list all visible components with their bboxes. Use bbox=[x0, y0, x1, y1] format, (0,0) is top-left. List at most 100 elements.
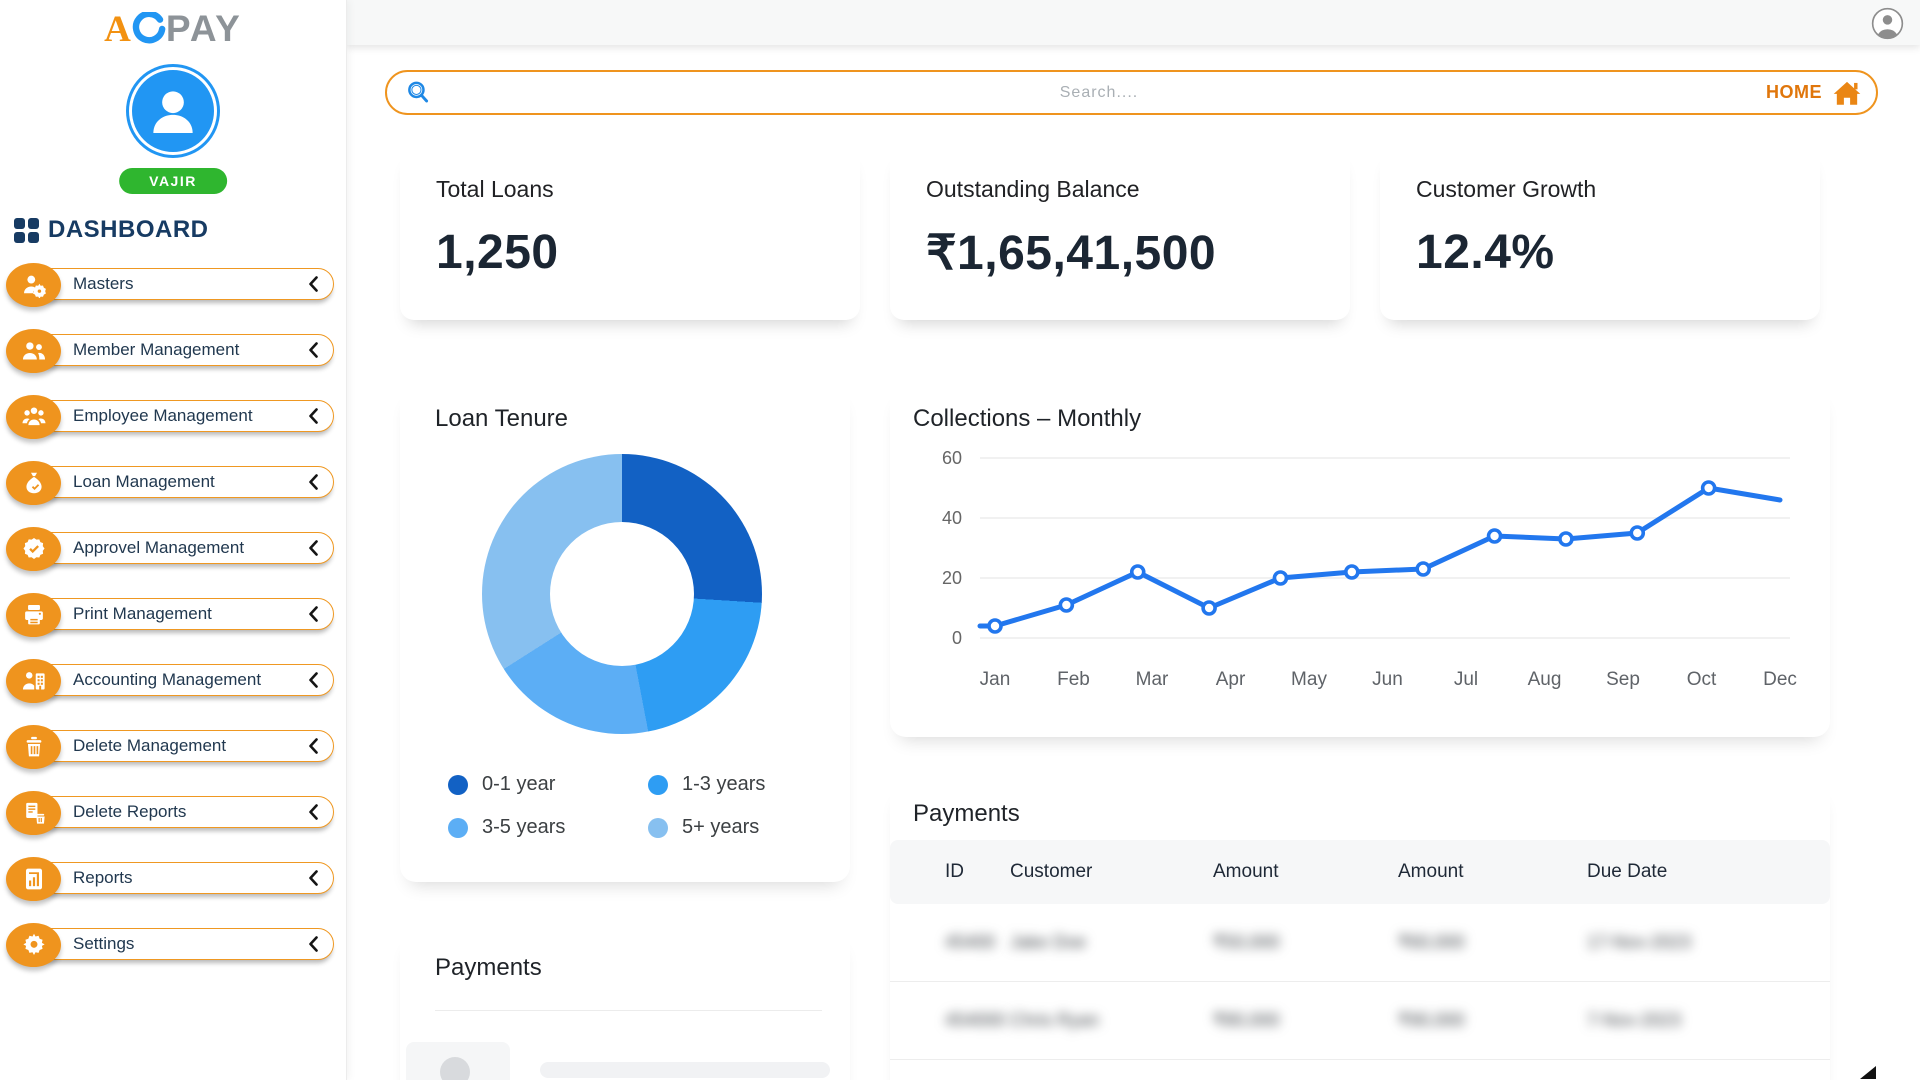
sidebar-item-accounting-management[interactable]: Accounting Management bbox=[8, 664, 334, 696]
top-band bbox=[347, 0, 1920, 45]
divider bbox=[435, 1010, 822, 1011]
chevron-left-icon bbox=[308, 672, 318, 688]
collections-card: Collections – Monthly 0204060JanFebMarAp… bbox=[890, 385, 1830, 737]
sidebar-item-loan-management[interactable]: Loan Management bbox=[8, 466, 334, 498]
sidebar-menu: Masters Member Management Employee Managem… bbox=[0, 268, 346, 994]
printer-icon bbox=[6, 593, 61, 637]
sidebar-item-delete-management[interactable]: Delete Management bbox=[8, 730, 334, 762]
stat-card-outstanding-balance: Outstanding Balance₹1,65,41,500 bbox=[890, 148, 1350, 320]
chevron-left-icon bbox=[308, 474, 318, 490]
loan-tenure-card: Loan Tenure 0-1 year1-3 years3-5 years5+… bbox=[400, 385, 850, 882]
main-area: HOME Total Loans 1,250 Outstanding Balance… bbox=[347, 0, 1920, 1080]
svg-text:Jan: Jan bbox=[980, 669, 1011, 690]
chevron-left-icon bbox=[308, 606, 318, 622]
stat-card-customer-growth: Customer Growth12.4% bbox=[1380, 148, 1820, 320]
chevron-left-icon bbox=[308, 408, 318, 424]
gear-icon bbox=[6, 923, 61, 967]
stat-label: Outstanding Balance bbox=[926, 176, 1314, 203]
svg-text:0: 0 bbox=[952, 628, 962, 648]
table-cell-redacted: 454000 bbox=[945, 1010, 1010, 1031]
home-icon bbox=[1832, 79, 1862, 107]
sidebar-item-label: Employee Management bbox=[73, 406, 253, 426]
dashboard-grid-icon bbox=[14, 218, 39, 243]
collections-line-chart: 0204060JanFebMarAprMayJunJulAugSepOctDec bbox=[910, 433, 1810, 738]
svg-text:Sep: Sep bbox=[1606, 669, 1640, 690]
column-header: Amount bbox=[1213, 861, 1398, 883]
text-placeholder bbox=[540, 1062, 830, 1078]
username-badge: VAJIR bbox=[119, 168, 227, 194]
legend-item[interactable]: 1-3 years bbox=[648, 773, 765, 796]
trash-icon bbox=[6, 725, 61, 769]
chevron-left-icon bbox=[308, 936, 318, 952]
column-header: ID bbox=[945, 861, 1010, 883]
svg-text:Jun: Jun bbox=[1372, 669, 1403, 690]
svg-text:Dec: Dec bbox=[1763, 669, 1797, 690]
sidebar-item-member-management[interactable]: Member Management bbox=[8, 334, 334, 366]
svg-text:Jul: Jul bbox=[1454, 669, 1478, 690]
sidebar-item-reports[interactable]: Reports bbox=[8, 862, 334, 894]
payments-list-title: Payments bbox=[435, 954, 542, 982]
report-icon bbox=[6, 857, 61, 901]
column-header: Customer bbox=[1010, 861, 1213, 883]
sidebar-item-settings[interactable]: Settings bbox=[8, 928, 334, 960]
sidebar-item-employee-management[interactable]: Employee Management bbox=[8, 400, 334, 432]
money-bag-icon bbox=[6, 461, 61, 505]
legend-label: 5+ years bbox=[682, 816, 759, 839]
svg-text:Aug: Aug bbox=[1528, 669, 1562, 690]
svg-text:20: 20 bbox=[942, 568, 962, 588]
logo-o-icon bbox=[132, 12, 166, 46]
sidebar-item-label: Settings bbox=[73, 934, 134, 954]
people-group-icon bbox=[6, 395, 61, 439]
svg-text:Mar: Mar bbox=[1136, 669, 1169, 690]
person-icon bbox=[142, 80, 204, 142]
column-header: Amount bbox=[1398, 861, 1587, 883]
chevron-left-icon bbox=[308, 276, 318, 292]
table-row[interactable]: 454000Chris Ryan₹80,000₹90,0007-Nov-2023 bbox=[890, 982, 1830, 1060]
chevron-left-icon bbox=[308, 342, 318, 358]
sidebar-item-print-management[interactable]: Print Management bbox=[8, 598, 334, 630]
person-gear-icon bbox=[6, 263, 61, 307]
legend-item[interactable]: 3-5 years bbox=[448, 816, 648, 839]
payments-table-card: Payments IDCustomerAmountAmountDue Date … bbox=[890, 782, 1830, 1080]
table-cell-redacted: ₹80,000 bbox=[1213, 1010, 1398, 1031]
dashboard-label: DASHBOARD bbox=[48, 216, 209, 244]
sidebar-item-approvel-management[interactable]: Approvel Management bbox=[8, 532, 334, 564]
search-bar: HOME bbox=[385, 70, 1878, 115]
svg-text:60: 60 bbox=[942, 448, 962, 468]
search-icon bbox=[405, 79, 432, 106]
sidebar: APAY VAJIR DASHBOARD Masters Member Manag… bbox=[0, 0, 347, 1080]
legend-item[interactable]: 5+ years bbox=[648, 816, 765, 839]
legend-item[interactable]: 0-1 year bbox=[448, 773, 648, 796]
corner-resize-mark bbox=[1860, 1066, 1876, 1079]
payments-table-title: Payments bbox=[913, 800, 1020, 828]
people-icon bbox=[6, 329, 61, 373]
svg-text:40: 40 bbox=[942, 508, 962, 528]
home-label: HOME bbox=[1766, 82, 1822, 103]
chevron-left-icon bbox=[308, 870, 318, 886]
loan-tenure-donut-chart bbox=[482, 454, 762, 734]
sidebar-item-masters[interactable]: Masters bbox=[8, 268, 334, 300]
stat-value: 1,250 bbox=[436, 225, 824, 280]
svg-text:Apr: Apr bbox=[1216, 669, 1246, 690]
search-input[interactable] bbox=[432, 84, 1766, 102]
sidebar-item-label: Print Management bbox=[73, 604, 212, 624]
dashboard-header[interactable]: DASHBOARD bbox=[14, 216, 209, 244]
column-header: Due Date bbox=[1587, 861, 1830, 883]
table-row[interactable]: 45400Jake Doe₹50,000₹60,00017-Nov-2023 bbox=[890, 904, 1830, 982]
app-logo: APAY bbox=[0, 8, 346, 51]
table-cell-redacted: Jake Doe bbox=[1010, 932, 1213, 953]
chevron-left-icon bbox=[308, 804, 318, 820]
stats-row: Total Loans 1,250 Outstanding Balance₹1,65… bbox=[400, 148, 1820, 320]
payments-table-rows: 45400Jake Doe₹50,000₹60,00017-Nov-202345… bbox=[890, 904, 1830, 1060]
home-button[interactable]: HOME bbox=[1766, 79, 1862, 107]
avatar[interactable] bbox=[129, 67, 217, 155]
sidebar-item-label: Accounting Management bbox=[73, 670, 261, 690]
sidebar-item-delete-reports[interactable]: Delete Reports bbox=[8, 796, 334, 828]
legend-label: 0-1 year bbox=[482, 773, 555, 796]
table-cell-redacted: ₹60,000 bbox=[1398, 932, 1587, 953]
doc-trash-icon bbox=[6, 791, 61, 835]
sidebar-item-label: Approvel Management bbox=[73, 538, 244, 558]
logo-letter-a: A bbox=[104, 9, 132, 50]
user-account-icon[interactable] bbox=[1871, 7, 1904, 40]
stat-label: Total Loans bbox=[436, 176, 824, 203]
